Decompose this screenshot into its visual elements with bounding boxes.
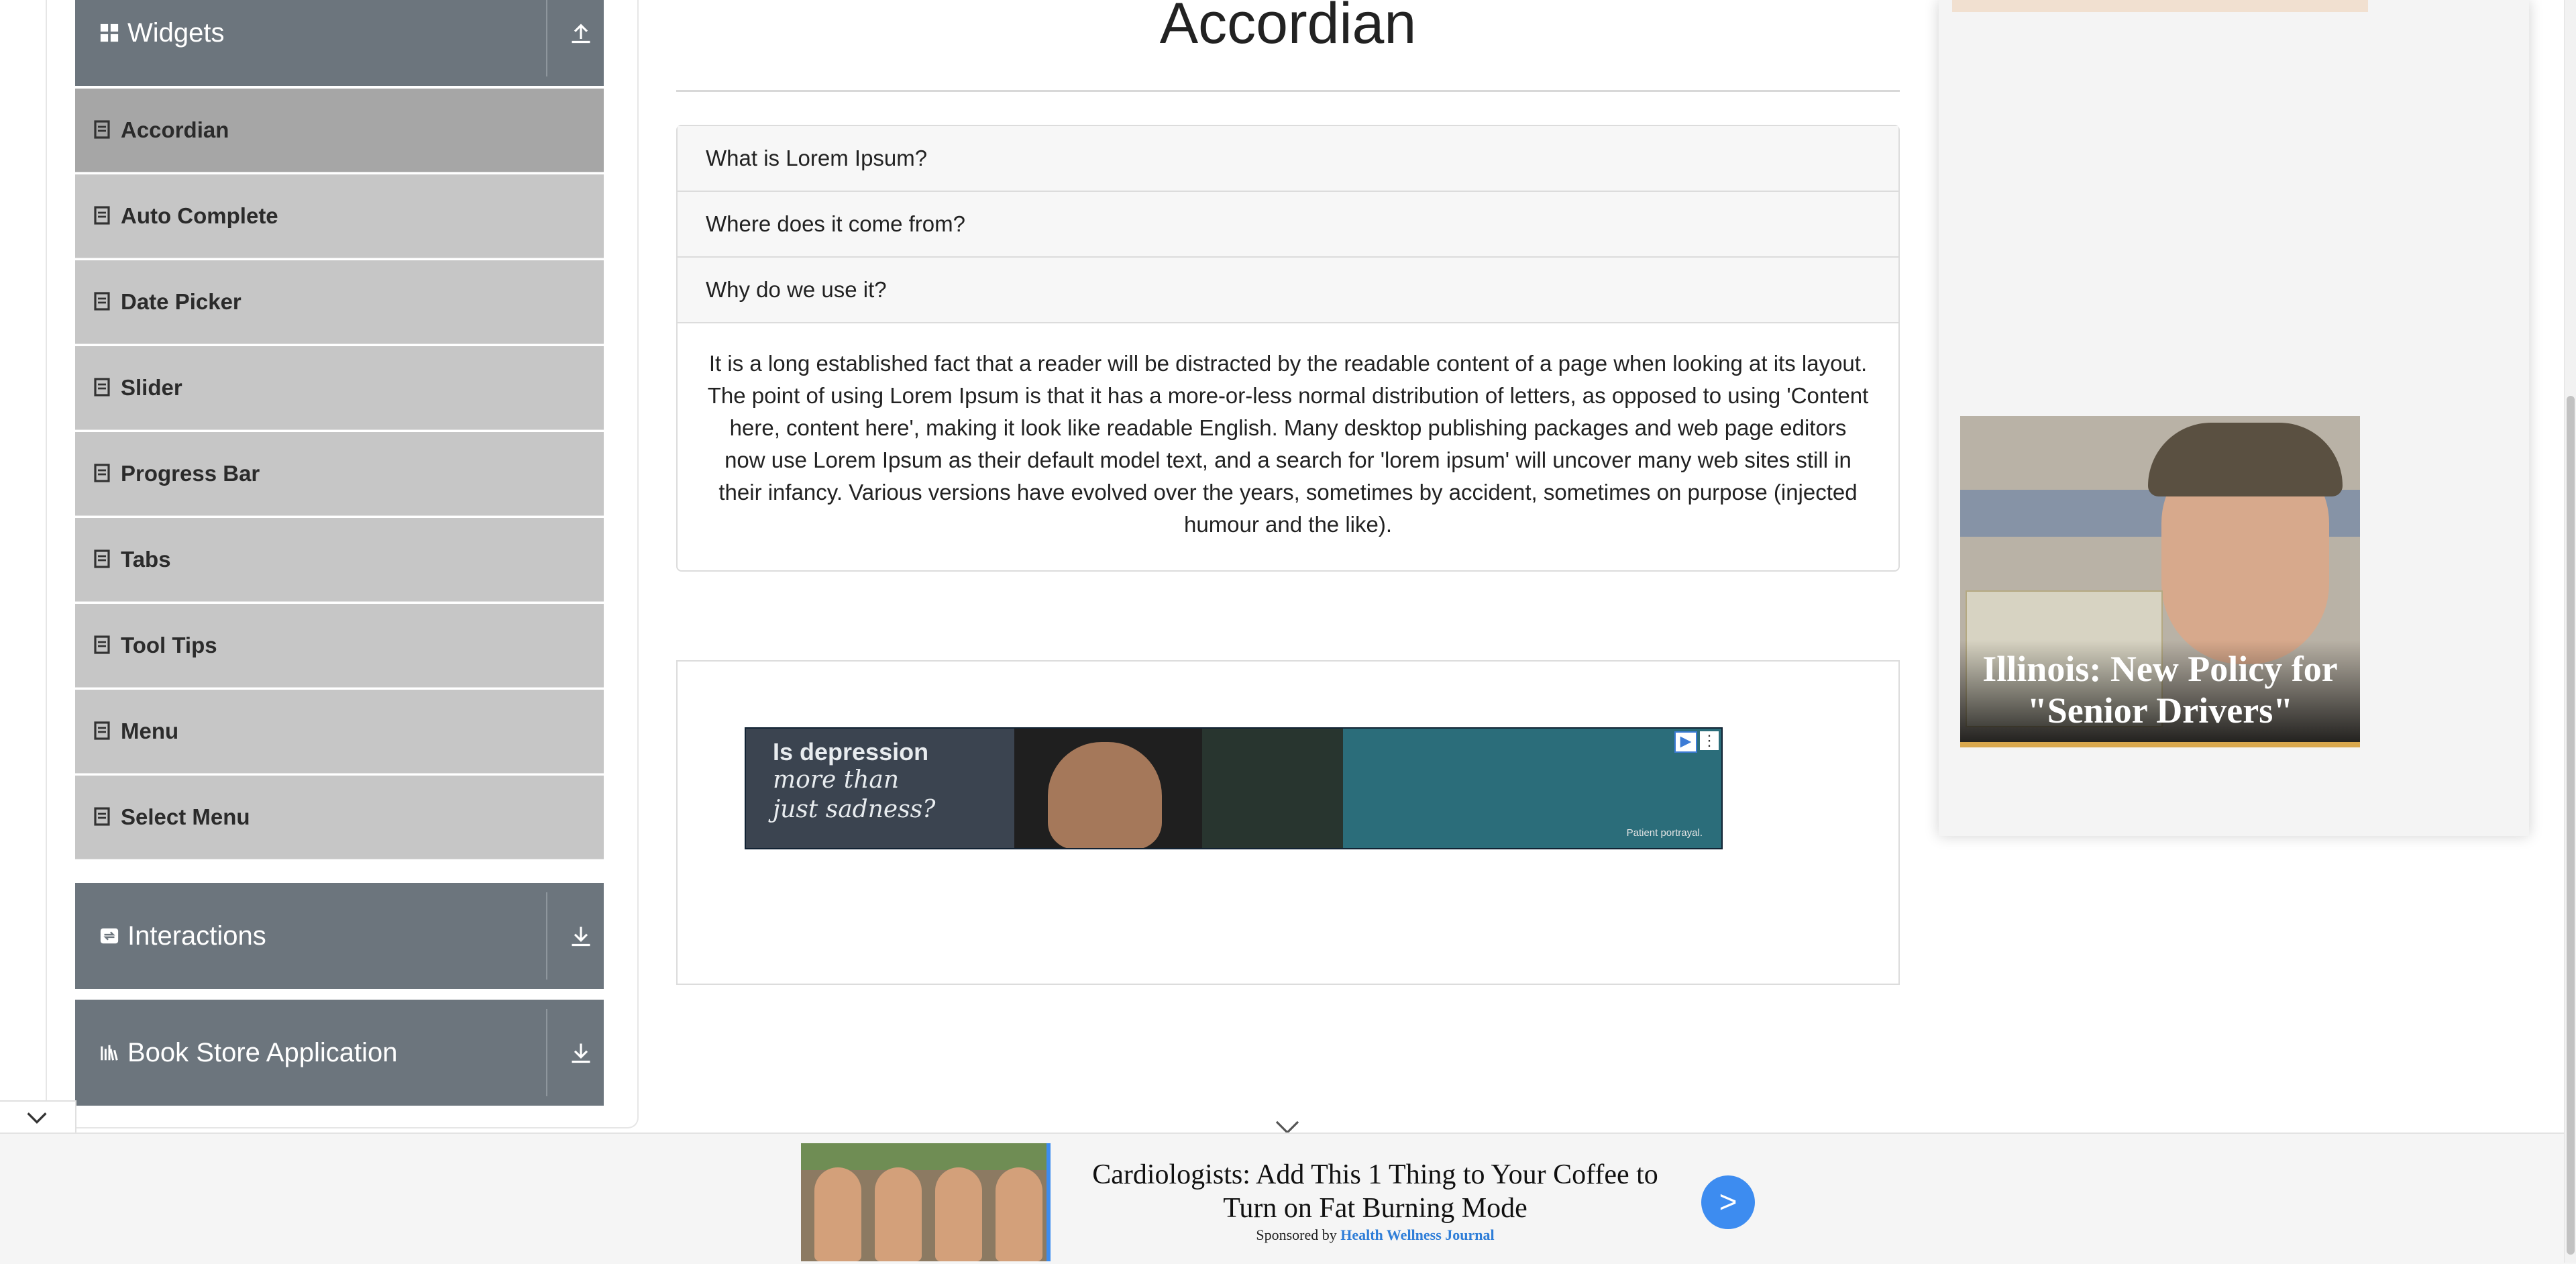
- sidebar-item-label: Progress Bar: [121, 461, 260, 486]
- ad-image-background: [801, 1143, 1049, 1170]
- sidebar: Widgets Accordian Auto Complete Date Pic…: [75, 0, 604, 1106]
- ad-person-face: [1048, 742, 1162, 848]
- ad-container: Is depression more than just sadness? Pa…: [676, 660, 1900, 985]
- ad-image-person: [935, 1167, 982, 1261]
- play-triangle-icon: [1680, 736, 1692, 748]
- group-label-book-store: Book Store Application: [127, 1037, 398, 1067]
- accordion-header-why-use[interactable]: Why do we use it?: [678, 258, 1898, 323]
- sidebar-item-auto-complete[interactable]: Auto Complete: [75, 174, 604, 258]
- sidebar-item-accordian[interactable]: Accordian: [75, 89, 604, 172]
- sponsor-prefix: Sponsored by: [1256, 1226, 1337, 1243]
- books-icon: [101, 1045, 118, 1061]
- sidebar-item-date-picker[interactable]: Date Picker: [75, 260, 604, 344]
- sidebar-item-menu[interactable]: Menu: [75, 690, 604, 773]
- sidebar-item-slider[interactable]: Slider: [75, 346, 604, 429]
- document-icon: [94, 206, 110, 225]
- accordion: What is Lorem Ipsum? Where does it come …: [676, 125, 1900, 572]
- document-icon: [94, 464, 110, 482]
- sidebar-item-label: Accordian: [121, 117, 229, 142]
- side-ad-image[interactable]: Illinois: New Policy for "Senior Drivers…: [1960, 416, 2360, 747]
- caption-line: Illinois: New Policy for: [1982, 649, 2338, 689]
- page-title: Accordian: [1159, 0, 1417, 56]
- header-divider: [546, 1009, 547, 1096]
- vertical-scrollbar[interactable]: [2564, 0, 2576, 1263]
- ad-go-button[interactable]: >: [1701, 1175, 1755, 1229]
- ad-text-line: just sadness?: [773, 796, 936, 823]
- ad-text-line: more than: [773, 766, 900, 794]
- caption-strip: [1960, 742, 2360, 747]
- upload-arrow-icon[interactable]: [569, 21, 593, 45]
- ad-image-person: [875, 1167, 922, 1261]
- accordion-header-where-from[interactable]: Where does it come from?: [678, 192, 1898, 258]
- download-arrow-icon[interactable]: [569, 1041, 593, 1065]
- caption-line: "Senior Drivers": [2027, 690, 2294, 731]
- group-label-widgets: Widgets: [127, 17, 225, 48]
- ad-person: [1202, 729, 1343, 848]
- adchoices-icon[interactable]: [1674, 731, 1697, 753]
- ad-image-person: [814, 1167, 861, 1261]
- sidebar-item-label: Select Menu: [121, 804, 250, 829]
- group-label-interactions: Interactions: [127, 920, 266, 951]
- sidebar-item-label: Tool Tips: [121, 633, 217, 657]
- sidebar-item-tool-tips[interactable]: Tool Tips: [75, 604, 604, 687]
- scrollbar-thumb[interactable]: [2567, 396, 2575, 1255]
- sidebar-item-label: Auto Complete: [121, 203, 278, 228]
- ad-banner-depression[interactable]: Is depression more than just sadness? Pa…: [745, 727, 1723, 849]
- document-icon: [94, 292, 110, 311]
- sidebar-item-label: Slider: [121, 375, 182, 400]
- document-icon: [94, 635, 110, 654]
- document-icon: [94, 378, 110, 397]
- sponsor-name: Health Wellness Journal: [1340, 1226, 1495, 1243]
- grid-icon: [100, 23, 119, 42]
- header-divider: [546, 892, 547, 980]
- document-icon: [94, 120, 110, 139]
- bottom-ad-sponsor: Sponsored by Health Wellness Journal: [1067, 1226, 1684, 1244]
- ad-accent-line: [1046, 1143, 1051, 1261]
- group-header-widgets[interactable]: Widgets: [75, 0, 604, 86]
- ad-top-band: [1952, 0, 2368, 12]
- document-icon: [94, 807, 110, 826]
- document-icon: [94, 721, 110, 740]
- bottom-ad-title: Cardiologists: Add This 1 Thing to Your …: [1092, 1159, 1658, 1224]
- sidebar-item-progress-bar[interactable]: Progress Bar: [75, 432, 604, 515]
- ad-image-person: [996, 1167, 1042, 1261]
- group-header-interactions[interactable]: Interactions: [75, 883, 604, 989]
- sidebar-item-select-menu[interactable]: Select Menu: [75, 776, 604, 859]
- bottom-ad-image: [801, 1143, 1049, 1261]
- ad-disclaimer: Patient portrayal.: [1626, 827, 1703, 839]
- sidebar-item-label: Date Picker: [121, 289, 241, 314]
- side-ad: Illinois: New Policy for "Senior Drivers…: [1939, 0, 2529, 836]
- group-header-book-store[interactable]: Book Store Application: [75, 1000, 604, 1106]
- ad-image-cap: [2148, 423, 2343, 496]
- document-icon: [94, 549, 110, 568]
- title-divider: [676, 90, 1900, 92]
- side-ad-caption: Illinois: New Policy for "Senior Drivers…: [1960, 648, 2360, 731]
- more-options-icon[interactable]: ⋮: [1700, 731, 1719, 750]
- header-divider: [546, 0, 547, 76]
- ad-text-line: Is depression: [773, 738, 929, 766]
- bottom-ad[interactable]: Cardiologists: Add This 1 Thing to Your …: [0, 1133, 2576, 1264]
- sidebar-item-tabs[interactable]: Tabs: [75, 518, 604, 601]
- accordion-body-why-use: It is a long established fact that a rea…: [707, 351, 1869, 537]
- download-arrow-icon[interactable]: [569, 924, 593, 948]
- collapse-ad-button[interactable]: [0, 1100, 76, 1135]
- sidebar-item-label: Tabs: [121, 547, 171, 572]
- sidebar-item-label: Menu: [121, 719, 179, 743]
- interactions-icon: [100, 928, 119, 944]
- accordion-header-what-is[interactable]: What is Lorem Ipsum?: [678, 126, 1898, 192]
- chevron-down-icon: [27, 1112, 47, 1124]
